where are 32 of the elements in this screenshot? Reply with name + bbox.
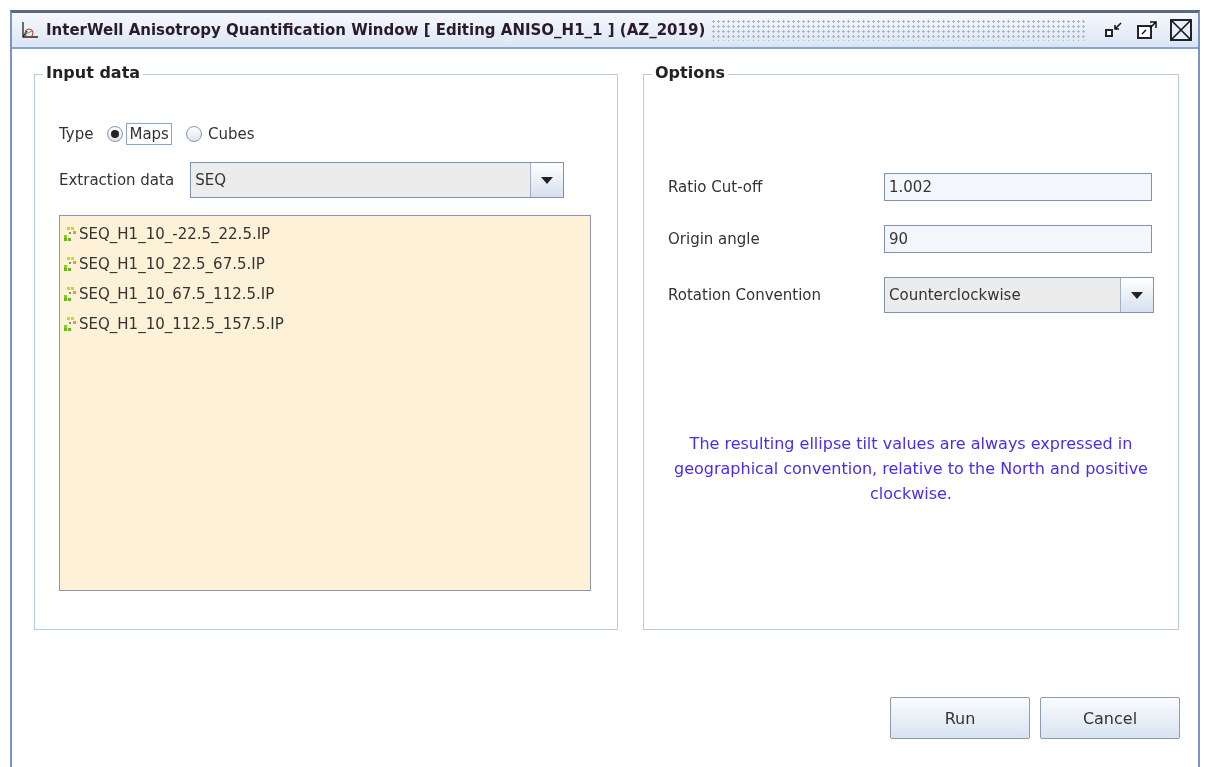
- rotation-dropdown[interactable]: Counterclockwise: [884, 277, 1154, 313]
- grid-map-icon: [63, 256, 77, 272]
- type-label: Type: [59, 125, 94, 143]
- close-icon[interactable]: [1170, 19, 1192, 41]
- file-item[interactable]: SEQ_H1_10_-22.5_22.5.IP: [79, 225, 271, 243]
- input-field[interactable]: 90: [884, 225, 1152, 253]
- radio-button[interactable]: [107, 126, 124, 142]
- file-item[interactable]: SEQ_H1_10_112.5_157.5.IP: [79, 315, 284, 333]
- info-note: The resulting ellipse tilt values are always expressed in geographical convention, relative to the North and positive clockwise.: [673, 433, 1149, 505]
- field-label: Ratio Cut-off: [668, 178, 764, 196]
- input-field[interactable]: 1.002: [884, 173, 1152, 201]
- radio-button[interactable]: [185, 126, 202, 142]
- file-item[interactable]: SEQ_H1_10_22.5_67.5.IP: [79, 255, 265, 273]
- radio-label[interactable]: Cubes: [204, 123, 258, 145]
- maximize-icon[interactable]: [1136, 20, 1160, 40]
- panel-title: Input data: [43, 63, 144, 82]
- grid-map-icon: [63, 286, 77, 302]
- caret-icon: [1131, 291, 1143, 299]
- radio-label[interactable]: Maps: [126, 123, 172, 145]
- grid-map-icon: [63, 226, 77, 242]
- axes-icon: [20, 20, 40, 40]
- grid-map-icon: [63, 316, 77, 332]
- file-item[interactable]: SEQ_H1_10_67.5_112.5.IP: [79, 285, 275, 303]
- panel-title: Options: [652, 63, 729, 82]
- caret-icon: [541, 176, 554, 184]
- field-label: Origin angle: [668, 230, 761, 248]
- extraction-data-dropdown[interactable]: SEQ: [190, 162, 565, 198]
- field-label: Rotation Convention: [668, 286, 822, 304]
- extraction-data-label: Extraction data: [59, 171, 175, 189]
- dialog-button[interactable]: Run: [890, 697, 1030, 739]
- window-title: InterWell Anisotropy Quantification Window [ Editing ANISO_H1_1 ] (AZ_2019): [46, 21, 706, 39]
- dialog-button[interactable]: Cancel: [1040, 697, 1180, 739]
